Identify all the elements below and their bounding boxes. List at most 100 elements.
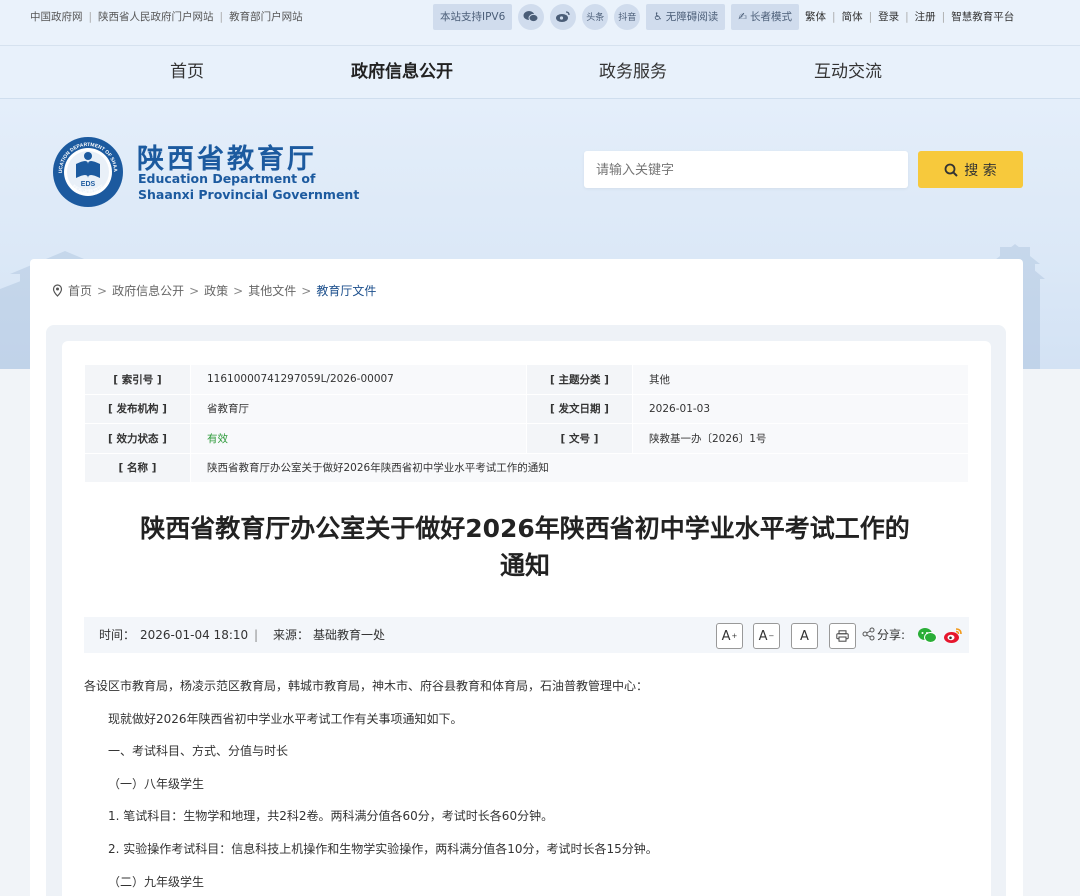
elder-mode-button[interactable]: ✍ 长者模式 xyxy=(731,3,800,30)
toutiao-icon[interactable]: 头条 xyxy=(582,3,609,30)
topic-value: 其他 xyxy=(632,364,969,395)
table-row: [ 索引号 ] 11610000741297059L/2026-00007 [ … xyxy=(84,364,969,395)
document-metadata-table: [ 索引号 ] 11610000741297059L/2026-00007 [ … xyxy=(84,364,969,483)
docno-label: [ 文号 ] xyxy=(526,423,633,454)
breadcrumb-policy[interactable]: 政策 xyxy=(204,282,228,299)
nav-gov-info[interactable]: 政府信息公开 xyxy=(332,46,472,99)
top-tools: 本站支持IPV6 头条 抖音 ♿ 无障碍阅读 ✍ 长者模式 繁体 | 简体 | … xyxy=(433,3,1014,30)
breadcrumb-gov-info[interactable]: 政府信息公开 xyxy=(112,282,184,299)
paragraph-subheading-1: （一）八年级学生 xyxy=(108,776,205,791)
top-links: 中国政府网 | 陕西省人民政府门户网站 | 教育部门户网站 xyxy=(30,0,303,33)
separator: | xyxy=(832,10,836,23)
time-label: 时间： xyxy=(99,628,136,642)
plus-icon: + xyxy=(731,632,738,640)
location-pin-icon xyxy=(52,284,63,297)
search-icon xyxy=(944,163,958,177)
time-value: 2026-01-04 18:10 xyxy=(140,628,249,642)
share-icon xyxy=(862,627,875,641)
date-value: 2026-01-03 xyxy=(632,393,969,424)
source-value: 基础教育一处 xyxy=(313,628,386,642)
elder-mode-label: 长者模式 xyxy=(750,11,793,23)
table-row: [ 效力状态 ] 有效 [ 文号 ] 陕教基一办〔2026〕1号 xyxy=(84,423,969,454)
minus-icon: − xyxy=(768,632,775,640)
paragraph-item-1: 1. 笔试科目：生物学和地理，共2科2卷。两科满分值各60分，考试时长各60分钟… xyxy=(108,809,554,824)
nav-home[interactable]: 首页 xyxy=(117,46,257,99)
search-input[interactable] xyxy=(584,151,908,188)
douyin-icon[interactable]: 抖音 xyxy=(614,3,641,30)
article-title: 陕西省教育厅办公室关于做好2026年陕西省初中学业水平考试工作的 通知 xyxy=(100,510,950,584)
font-increase-button[interactable]: A + xyxy=(716,623,743,649)
top-utility-bar: 中国政府网 | 陕西省人民政府门户网站 | 教育部门户网站 本站支持IPV6 头… xyxy=(0,0,1080,46)
link-simplified[interactable]: 简体 xyxy=(842,9,863,24)
breadcrumb-other-docs[interactable]: 其他文件 xyxy=(248,282,296,299)
nav-interaction[interactable]: 互动交流 xyxy=(778,46,918,99)
publisher-value: 省教育厅 xyxy=(190,393,527,424)
article-body: 各设区市教育局，杨凌示范区教育局，韩城市教育局，神木市、府谷县教育和体育局，石油… xyxy=(84,672,974,896)
status-value: 有效 xyxy=(190,423,527,454)
breadcrumb-separator: > xyxy=(189,283,200,298)
separator: | xyxy=(219,10,224,23)
separator: | xyxy=(941,10,946,23)
docno-value: 陕教基一办〔2026〕1号 xyxy=(632,423,969,454)
elder-icon: ✍ xyxy=(738,10,748,23)
link-smart-edu[interactable]: 智慧教育平台 xyxy=(951,9,1014,24)
weibo-icon[interactable] xyxy=(550,3,577,30)
site-name-en-line2: Shaanxi Provincial Government xyxy=(138,187,360,202)
paragraph-salutation: 各设区市教育局，杨凌示范区教育局，韩城市教育局，神木市、府谷县教育和体育局，石油… xyxy=(84,679,649,693)
font-increase-label: A xyxy=(721,628,731,644)
ipv6-badge: 本站支持IPV6 xyxy=(433,3,513,30)
separator: | xyxy=(88,10,93,23)
font-reset-button[interactable]: A xyxy=(791,623,818,649)
nav-gov-service[interactable]: 政务服务 xyxy=(563,46,703,99)
source-label: 来源： xyxy=(273,628,310,642)
print-button[interactable] xyxy=(829,623,856,649)
accessibility-icon: ♿ xyxy=(653,10,663,23)
breadcrumb: 首页 > 政府信息公开 > 政策 > 其他文件 > 教育厅文件 xyxy=(52,282,376,299)
article-title-line2: 通知 xyxy=(499,551,550,580)
index-label: [ 索引号 ] xyxy=(84,364,191,395)
font-reset-label: A xyxy=(800,628,809,644)
index-value: 11610000741297059L/2026-00007 xyxy=(190,364,527,395)
publisher-label: [ 发布机构 ] xyxy=(84,393,191,424)
font-decrease-button[interactable]: A − xyxy=(753,623,780,649)
link-login[interactable]: 登录 xyxy=(878,9,899,24)
paragraph-item-2: 2. 实验操作考试科目：信息科技上机操作和生物学实验操作，两科满分值各10分，考… xyxy=(108,841,658,856)
table-row: [ 发布机构 ] 省教育厅 [ 发文日期 ] 2026-01-03 xyxy=(84,393,969,424)
breadcrumb-home[interactable]: 首页 xyxy=(68,282,92,299)
status-label: [ 效力状态 ] xyxy=(84,423,191,454)
search-button[interactable]: 搜 索 xyxy=(918,151,1023,188)
table-row: [ 名称 ] 陕西省教育厅办公室关于做好2026年陕西省初中学业水平考试工作的通… xyxy=(84,452,969,483)
emblem-center-text: EDS xyxy=(81,181,96,188)
link-traditional[interactable]: 繁体 xyxy=(805,9,826,24)
link-moe[interactable]: 教育部门户网站 xyxy=(229,9,303,24)
share-label: 分享: xyxy=(877,628,906,642)
paragraph-heading-1: 一、考试科目、方式、分值与时长 xyxy=(108,744,289,759)
paragraph-intro: 现就做好2026年陕西省初中学业水平考试工作有关事项通知如下。 xyxy=(108,711,463,726)
separator: | xyxy=(905,10,909,23)
link-register[interactable]: 注册 xyxy=(915,9,936,24)
breadcrumb-separator: > xyxy=(301,283,312,298)
search-button-label: 搜 索 xyxy=(964,162,997,179)
name-label: [ 名称 ] xyxy=(84,452,191,483)
date-label: [ 发文日期 ] xyxy=(526,393,633,424)
article-title-line1: 陕西省教育厅办公室关于做好2026年陕西省初中学业水平考试工作的 xyxy=(140,514,910,543)
breadcrumb-separator: > xyxy=(233,283,244,298)
link-gov-cn[interactable]: 中国政府网 xyxy=(30,9,83,24)
wechat-icon[interactable] xyxy=(518,3,545,30)
accessible-reading-label: 无障碍阅读 xyxy=(665,11,719,23)
accessible-reading-button[interactable]: ♿ 无障碍阅读 xyxy=(646,3,726,30)
paragraph-subheading-2: （二）九年级学生 xyxy=(108,874,205,889)
emblem-icon: EDS EDUCATION DEPARTMENT OF SHAANXI 陕西省教… xyxy=(52,136,123,207)
main-nav: 首页 政府信息公开 政务服务 互动交流 xyxy=(0,46,1080,99)
breadcrumb-current[interactable]: 教育厅文件 xyxy=(316,282,376,299)
font-decrease-label: A xyxy=(758,628,768,644)
link-shaanxi-gov[interactable]: 陕西省人民政府门户网站 xyxy=(98,9,214,24)
article-info-bar: 时间： 2026-01-04 18:10 | 来源： 基础教育一处 A + A − … xyxy=(84,617,969,653)
print-icon xyxy=(836,630,849,642)
name-value: 陕西省教育厅办公室关于做好2026年陕西省初中学业水平考试工作的通知 xyxy=(190,452,969,483)
separator: | xyxy=(868,10,873,23)
wechat-share-icon[interactable] xyxy=(917,627,937,644)
weibo-share-icon[interactable] xyxy=(943,627,963,644)
info-divider: | xyxy=(254,628,259,642)
topic-label: [ 主题分类 ] xyxy=(526,364,633,395)
